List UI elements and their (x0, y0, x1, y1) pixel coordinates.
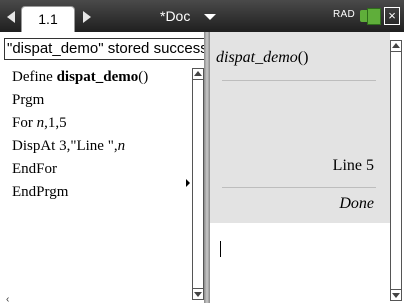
previous-page-arrow-icon[interactable] (7, 11, 15, 23)
code-line[interactable]: Prgm (12, 89, 148, 112)
history-separator (222, 187, 376, 188)
document-title[interactable]: *Doc (160, 7, 190, 25)
code-token: For (12, 115, 37, 131)
entry-parens: () (297, 49, 309, 66)
history-output-result: Done (339, 195, 374, 212)
scroll-up-arrow-icon[interactable] (392, 43, 400, 48)
code-token: Define (12, 69, 57, 85)
code-token: dispat_demo (56, 69, 139, 85)
code-token: EndFor (12, 161, 57, 177)
battery-icon (360, 8, 382, 25)
scroll-up-arrow-icon[interactable] (194, 71, 202, 76)
next-page-arrow-icon[interactable] (83, 11, 91, 23)
title-bar: 1.1 *Doc RAD × (0, 0, 404, 32)
program-code[interactable]: Define dispat_demo() Prgm For n,1,5 DispAt … (12, 66, 148, 204)
program-editor-pane[interactable]: "dispat_demo" stored successfully Define… (0, 32, 204, 303)
scrollbar-divider (193, 288, 203, 289)
battery-cell-shape (367, 8, 381, 25)
scroll-down-arrow-icon[interactable] (392, 293, 400, 298)
calculator-pane[interactable]: dispat_demo() Line 5 Done (210, 32, 404, 303)
code-token: () (138, 69, 149, 85)
entry-function-name: dispat_demo (216, 49, 298, 66)
code-line[interactable]: For n,1,5 (12, 112, 148, 135)
code-token: EndPrgm (12, 184, 69, 200)
editor-status-line: "dispat_demo" stored successfully (4, 38, 204, 60)
scroll-down-arrow-icon[interactable] (194, 292, 202, 297)
calculator-scrollbar[interactable] (390, 40, 402, 301)
tab-page-1-1[interactable]: 1.1 (21, 6, 75, 32)
code-token: DispAt 3,"Line ", (12, 138, 118, 154)
scrollbar-divider (193, 79, 203, 80)
code-token: ,1,5 (44, 115, 67, 131)
split-pane-arrow-icon[interactable] (186, 179, 190, 187)
editor-scrollbar[interactable] (192, 68, 204, 300)
code-token: Prgm (12, 92, 45, 108)
code-line[interactable]: EndFor (12, 158, 148, 181)
code-line[interactable]: DispAt 3,"Line ",n (12, 135, 148, 158)
code-line[interactable]: Define dispat_demo() (12, 66, 148, 89)
document-menu-chevron-down-icon[interactable] (204, 14, 216, 20)
code-token: n (117, 138, 126, 154)
history-output-line: Line 5 (332, 157, 374, 174)
close-icon[interactable]: × (384, 7, 400, 25)
code-token: n (36, 115, 45, 131)
history-separator (222, 80, 376, 81)
calculator-history: dispat_demo() Line 5 Done (210, 32, 390, 223)
angle-mode-indicator: RAD (333, 9, 356, 20)
code-line[interactable]: EndPrgm (12, 181, 148, 204)
history-entry-input[interactable]: dispat_demo() (216, 49, 308, 67)
editor-bottom-marker: ‹ (6, 294, 10, 303)
scrollbar-thumb[interactable] (391, 51, 401, 290)
entry-line-cursor[interactable] (220, 241, 221, 257)
